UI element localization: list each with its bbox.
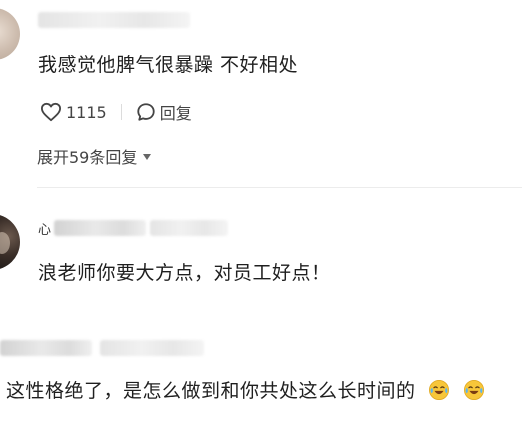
username-blurred[interactable] — [38, 12, 190, 28]
avatar[interactable] — [0, 8, 20, 60]
comment-actions: 1115 回复 — [40, 100, 192, 124]
expand-replies-button[interactable]: 展开59条回复 — [37, 144, 152, 168]
comment-text: 我感觉他脾气很暴躁 不好相处 — [38, 54, 299, 76]
crying-laughing-emoji-icon — [429, 380, 450, 400]
like-count: 1115 — [66, 102, 107, 122]
username-blurred[interactable] — [0, 340, 92, 356]
comment-text: 这性格绝了，是怎么做到和你共处这么长时间的 — [6, 380, 416, 402]
comment-divider — [37, 187, 522, 188]
caret-down-icon — [143, 153, 152, 160]
comment-bubble-icon — [137, 103, 155, 121]
username-prefix: 心 — [38, 223, 52, 238]
crying-laughing-emoji-icon — [463, 380, 484, 400]
heart-icon — [41, 102, 61, 122]
username-blurred[interactable] — [54, 220, 146, 236]
reply-label: 回复 — [159, 104, 192, 123]
avatar[interactable] — [0, 214, 20, 270]
action-divider — [120, 104, 122, 120]
comment-text-row: 这性格绝了，是怎么做到和你共处这么长时间的 — [6, 376, 485, 403]
reply-button[interactable]: 回复 — [136, 100, 192, 124]
expand-replies-label: 展开59条回复 — [37, 148, 138, 167]
comment-list: 我感觉他脾气很暴躁 不好相处 1115 回复 展开59条回复 心 浪老师你要大方… — [0, 0, 522, 421]
comment-text: 浪老师你要大方点，对员工好点！ — [38, 262, 331, 284]
username-blurred-tail — [100, 340, 204, 356]
username-blurred-tail — [150, 220, 228, 236]
like-button[interactable]: 1115 — [40, 102, 107, 122]
